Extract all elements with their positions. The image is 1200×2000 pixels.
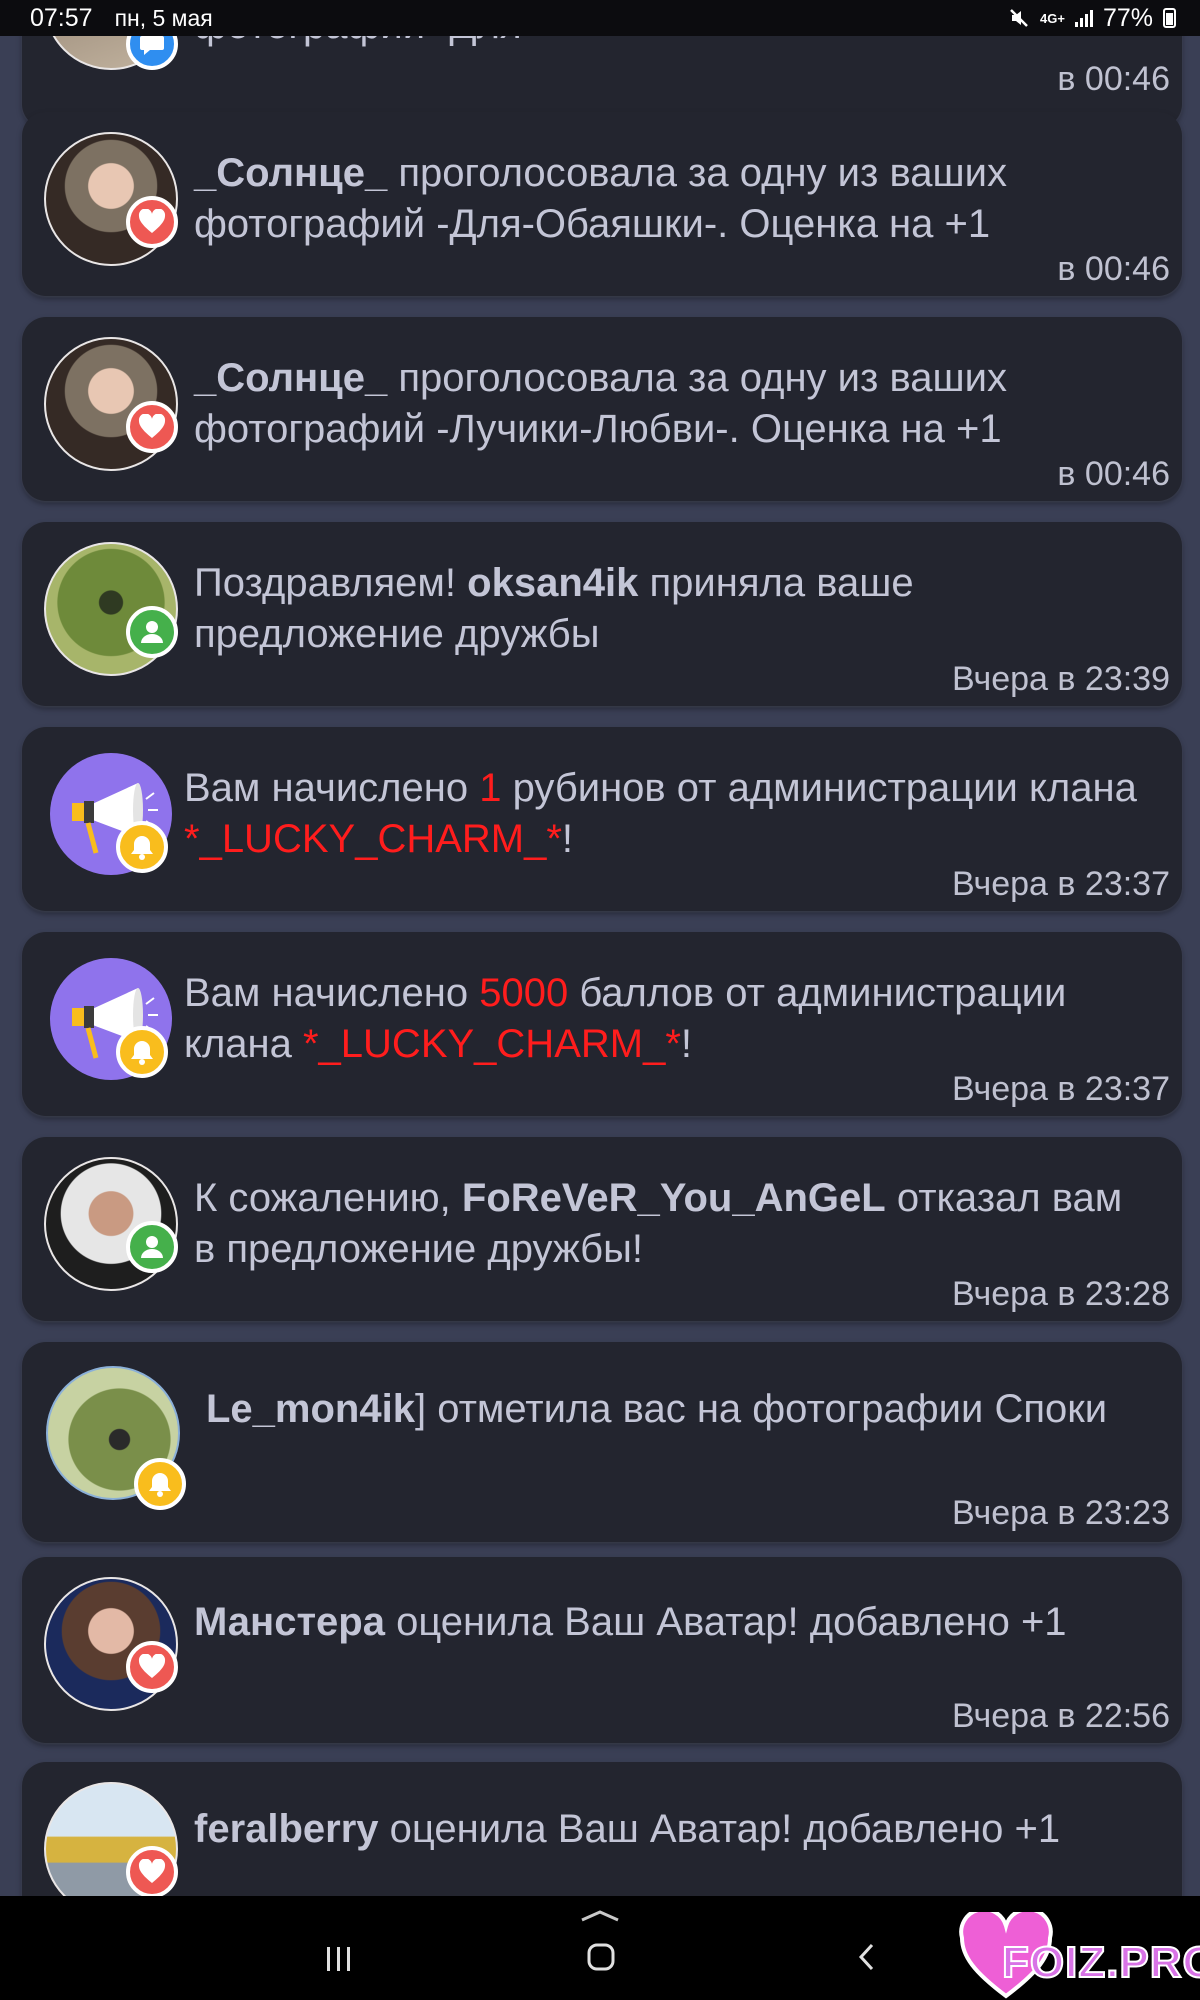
status-time: 07:57 <box>30 3 93 32</box>
bell-icon <box>131 836 153 860</box>
message-fragment: оценила Ваш Аватар! добавлено +1 <box>384 1600 1067 1644</box>
notification-text: Le_mon4ik] отметила вас на фотографии Сп… <box>206 1384 1126 1435</box>
message-fragment: ! <box>561 817 574 861</box>
notification-text: feralberry оценила Ваш Аватар! добавлено… <box>194 1804 1184 1855</box>
badge <box>126 196 178 248</box>
status-indicators: 4G+ 77% <box>1008 4 1176 33</box>
notification-card[interactable]: Поздравляем! oksan4ik приняла ваше предл… <box>22 522 1182 706</box>
notification-time: в 00:46 <box>1057 250 1170 288</box>
watermark-logo: FOIZ.PRO <box>958 1912 1200 2000</box>
back-icon[interactable] <box>852 1940 882 1974</box>
notification-text: Манстера оценила Ваш Аватар! добавлено +… <box>194 1597 1184 1648</box>
notification-card[interactable]: Вам начислено 1 рубинов от администрации… <box>22 727 1182 911</box>
message-fragment: Вам начислено <box>184 766 480 810</box>
username[interactable]: FoReVeR_You_AnGeL <box>462 1176 886 1220</box>
notification-card[interactable]: К сожалению, FoReVeR_You_AnGeL отказал в… <box>22 1137 1182 1321</box>
notification-time: Вчера в 22:56 <box>951 1697 1170 1735</box>
badge <box>126 401 178 453</box>
notification-card[interactable]: Манстера оценила Ваш Аватар! добавлено +… <box>22 1557 1182 1743</box>
notification-card[interactable]: Le_mon4ik] отметила вас на фотографии Сп… <box>22 1342 1182 1542</box>
message-fragment: рубинов от администрации клана <box>501 766 1137 810</box>
highlight-value: *_LUCKY_CHARM_* <box>302 1022 681 1066</box>
message-fragment: Поздравляем! <box>194 561 468 605</box>
battery-icon <box>1163 8 1176 28</box>
notification-text: фотографий -Для- <box>194 36 1094 51</box>
message-fragment: оценила Ваш Аватар! добавлено +1 <box>378 1807 1061 1851</box>
message-fragment: К сожалению, <box>194 1176 462 1220</box>
message-fragment: ] отметила вас на фотографии Споки <box>414 1387 1108 1431</box>
heart-icon <box>138 209 166 233</box>
badge <box>134 1458 186 1510</box>
notification-text: К сожалению, FoReVeR_You_AnGeL отказал в… <box>194 1173 1154 1275</box>
badge <box>126 1641 178 1693</box>
status-date: пн, 5 мая <box>114 4 213 31</box>
highlight-value: *_LUCKY_CHARM_* <box>184 817 562 861</box>
network-type: 4G+ <box>1040 10 1065 26</box>
bell-icon <box>131 1041 153 1065</box>
notification-text: Поздравляем! oksan4ik приняла ваше предл… <box>194 558 1094 660</box>
username[interactable]: feralberry <box>194 1807 379 1851</box>
notification-time: Вчера в 23:28 <box>951 1275 1170 1313</box>
notification-time: Вчера в 23:37 <box>951 865 1170 903</box>
status-bar: 07:57 пн, 5 мая 4G+ 77% <box>0 0 1200 36</box>
notification-text: _Солнце_ проголосовала за одну из ваших … <box>194 148 1124 250</box>
chevron-up-icon[interactable] <box>578 1908 622 1924</box>
user-icon <box>141 621 163 643</box>
badge <box>126 606 178 658</box>
username[interactable]: Манстера <box>194 1600 385 1644</box>
notification-time: Вчера в 23:23 <box>951 1494 1170 1532</box>
badge <box>126 1221 178 1273</box>
signal-icon <box>1074 9 1093 27</box>
chat-bubble-icon <box>140 36 164 55</box>
username[interactable]: oksan4ik <box>467 561 638 605</box>
message-fragment: Вам начислено <box>184 971 480 1015</box>
battery-percent: 77% <box>1102 3 1153 32</box>
notification-time: в 00:46 <box>1057 455 1170 493</box>
notification-time: в 00:46 <box>1057 60 1170 98</box>
watermark-text: FOIZ.PRO <box>1001 1937 1200 1988</box>
bell-icon <box>149 1473 171 1497</box>
username[interactable]: Le_mon4ik <box>206 1387 415 1431</box>
mute-icon <box>1010 9 1028 27</box>
notification-card[interactable]: _Солнце_ проголосовала за одну из ваших … <box>22 112 1182 296</box>
user-icon <box>141 1236 163 1258</box>
highlight-value: 5000 <box>479 971 569 1015</box>
notification-text: Вам начислено 1 рубинов от администрации… <box>184 763 1144 865</box>
notification-time: Вчера в 23:37 <box>951 1070 1170 1108</box>
username[interactable]: _Солнце_ <box>194 356 387 400</box>
home-icon[interactable] <box>584 1940 618 1974</box>
heart-icon <box>138 1859 166 1883</box>
badge <box>126 1846 178 1896</box>
notification-feed[interactable]: фотографий -Для- в 00:46 _Солнце_ прогол… <box>0 36 1200 1896</box>
heart-icon <box>138 1654 166 1678</box>
notification-text: _Солнце_ проголосовала за одну из ваших … <box>194 353 1124 455</box>
username[interactable]: _Солнце_ <box>194 151 387 195</box>
notification-time: Вчера в 23:39 <box>951 660 1170 698</box>
notification-card[interactable]: Вам начислено 5000 баллов от администрац… <box>22 932 1182 1116</box>
badge <box>116 821 168 873</box>
notification-card[interactable]: feralberry оценила Ваш Аватар! добавлено… <box>22 1762 1182 1896</box>
recent-apps-icon[interactable] <box>322 1944 356 1974</box>
badge <box>116 1026 168 1078</box>
notification-text: Вам начислено 5000 баллов от администрац… <box>184 968 1114 1070</box>
message-fragment: ! <box>680 1022 693 1066</box>
notification-card[interactable]: _Солнце_ проголосовала за одну из ваших … <box>22 317 1182 501</box>
highlight-value: 1 <box>479 766 502 810</box>
heart-icon <box>138 414 166 438</box>
